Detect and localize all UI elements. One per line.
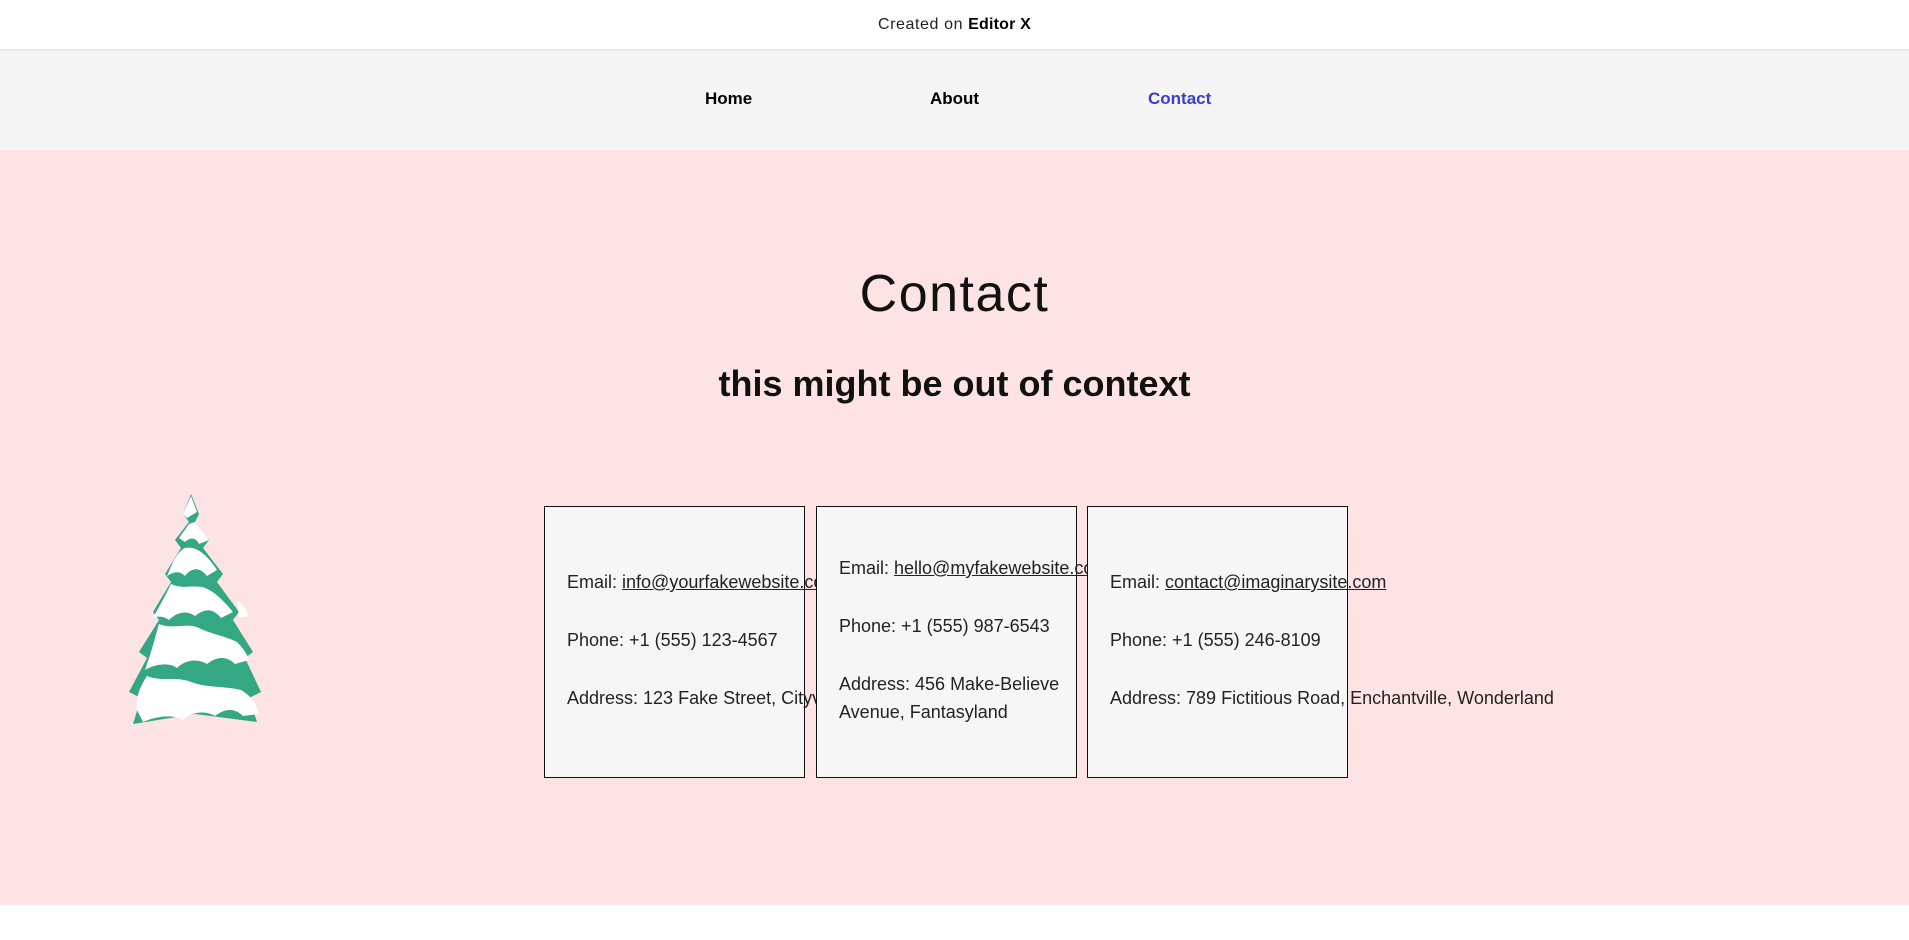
banner-brand[interactable]: Editor X xyxy=(968,16,1031,34)
email-link[interactable]: contact@imaginarysite.com xyxy=(1165,572,1386,592)
nav-contact[interactable]: Contact xyxy=(1148,89,1211,109)
address-text: Address: 456 Make-Believe Avenue, Fantas… xyxy=(839,674,1060,722)
contact-card-3: Email: contact@imaginarysite.com Phone: … xyxy=(1087,506,1554,778)
phone-text: Phone: +1 (555) 987-6543 xyxy=(839,616,1050,636)
snowy-pine-tree-icon xyxy=(129,494,261,724)
address-text: Address: 789 Fictitious Road, Enchantvil… xyxy=(1110,688,1554,708)
email-link[interactable]: info@yourfakewebsite.com xyxy=(622,572,838,592)
page-title: Contact xyxy=(859,265,1050,323)
editor-x-banner[interactable]: Created on Editor X xyxy=(0,0,1909,49)
main-nav: Home About Contact xyxy=(0,49,1909,150)
contact-card-1: Email: info@yourfakewebsite.com Phone: +… xyxy=(544,506,843,778)
phone-text: Phone: +1 (555) 246-8109 xyxy=(1110,630,1321,650)
email-label: Email: xyxy=(839,558,890,578)
banner-prefix: Created on xyxy=(877,15,964,33)
nav-home[interactable]: Home xyxy=(705,89,752,109)
address-text: Address: 123 Fake Street, Cityville xyxy=(567,688,844,708)
contact-section: Contact this might be out of context Ema… xyxy=(0,150,1909,905)
phone-text: Phone: +1 (555) 123-4567 xyxy=(567,630,778,650)
nav-about[interactable]: About xyxy=(930,89,979,109)
contact-card-2: Email: hello@myfakewebsite.com Phone: +1… xyxy=(816,506,1108,778)
footer-strip xyxy=(0,905,1909,940)
email-label: Email: xyxy=(567,572,618,592)
email-link[interactable]: hello@myfakewebsite.com xyxy=(894,558,1108,578)
page-subtitle: this might be out of context xyxy=(718,363,1191,404)
email-label: Email: xyxy=(1110,572,1161,592)
